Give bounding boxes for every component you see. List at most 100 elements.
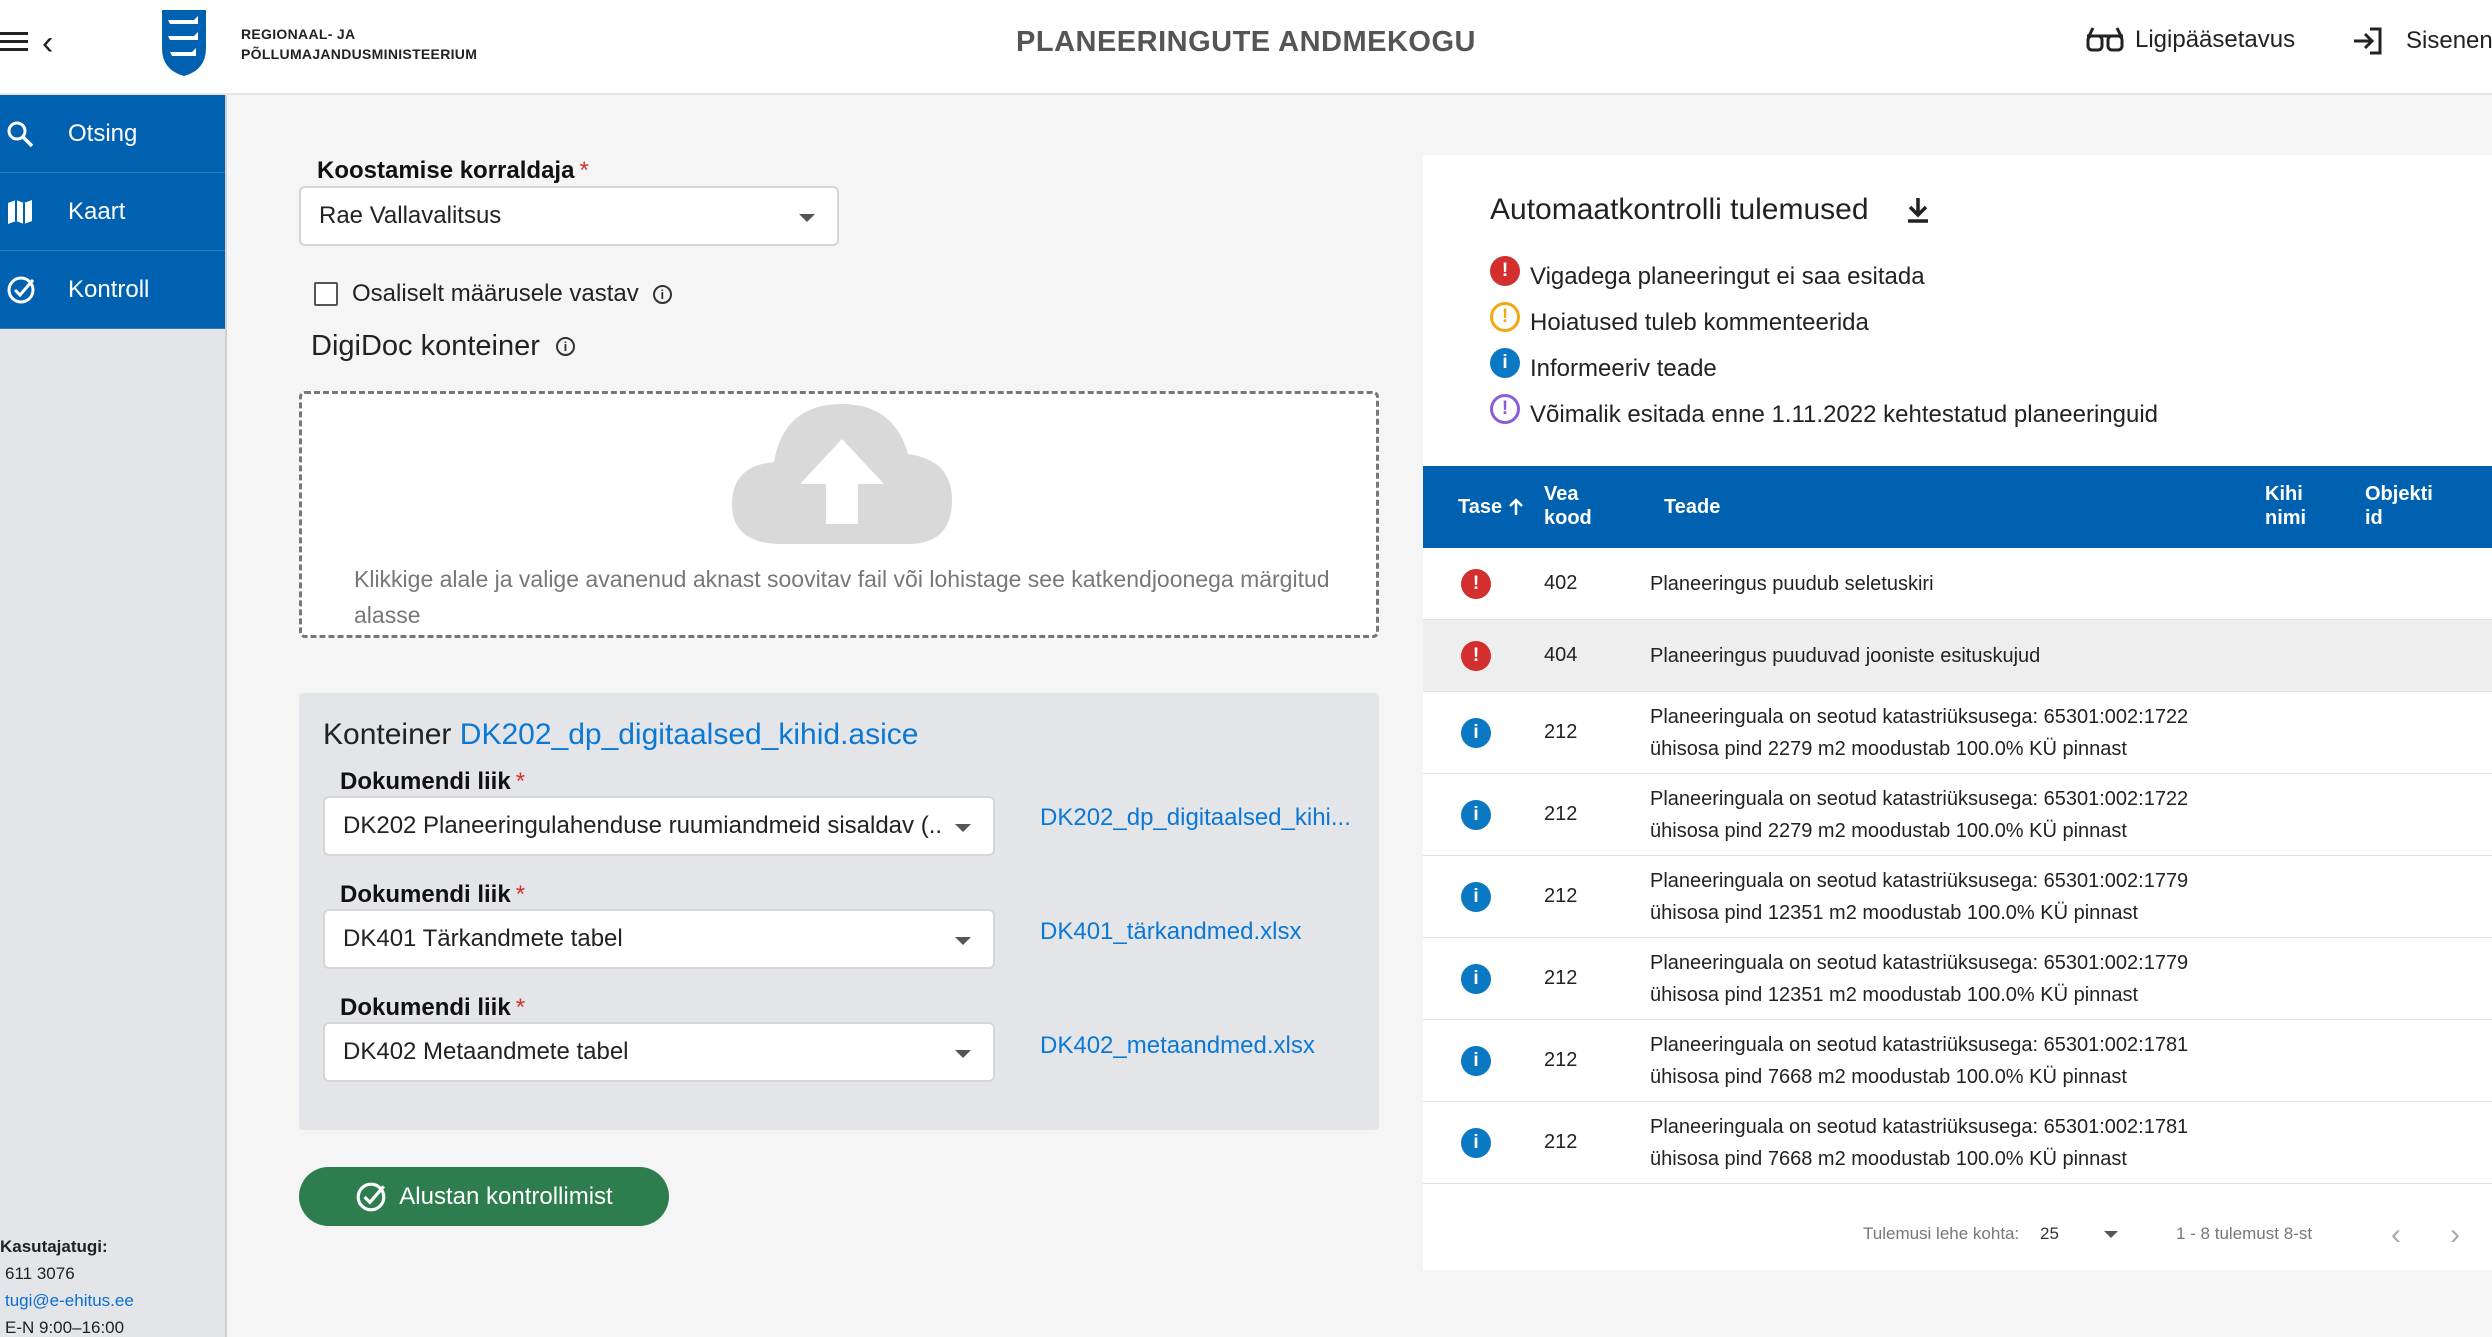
results-panel: Automaatkontrolli tulemused ! Vigadega p… — [1423, 155, 2492, 1270]
column-message[interactable]: Teade — [1664, 495, 1720, 519]
info-icon: i — [1461, 1128, 1491, 1158]
row-message-line: Planeeringuala on seotud katastriüksuseg… — [1650, 788, 2189, 810]
partial-compliance-checkbox[interactable] — [314, 282, 338, 306]
legend-item-warning: ! Hoiatused tuleb kommenteerida — [1490, 300, 2158, 346]
row-level: i — [1461, 1128, 1491, 1158]
doc-type-value: DK401 Tärkandmete tabel — [343, 925, 623, 952]
legend-text: Võimalik esitada enne 1.11.2022 kehtesta… — [1530, 401, 2159, 428]
info-icon: i — [1461, 964, 1491, 994]
doc-type-select-1[interactable]: DK202 Planeeringulahenduse ruumiandmeid … — [323, 796, 995, 856]
table-row[interactable]: i 212 Planeeringuala on seotud katastriüks… — [1423, 774, 2492, 856]
support-phone: 611 3076 — [5, 1264, 75, 1283]
row-message: Planeeringus puuduvad jooniste esituskuj… — [1650, 640, 2040, 672]
row-level: i — [1461, 1046, 1491, 1076]
file-dropzone[interactable]: Klikkige alale ja valige avanenud aknast… — [299, 391, 1379, 638]
per-page-select[interactable]: 25 — [2040, 1224, 2059, 1244]
prev-page-icon[interactable]: ‹ — [2391, 1218, 2401, 1252]
row-code: 212 — [1544, 803, 1578, 825]
container-title: Konteiner DK202_dp_digitaalsed_kihid.asi… — [323, 718, 919, 751]
row-message: Planeeringuala on seotud katastriüksuseg… — [1650, 783, 2188, 847]
partial-compliance-label: Osaliselt määrusele vastav — [352, 280, 639, 307]
results-table-header: Tase Vea kood Teade Kihi nimi Objekti id — [1423, 466, 2492, 548]
row-code: 212 — [1544, 885, 1578, 907]
info-icon: i — [1461, 718, 1491, 748]
support-hours: E-N 9:00–16:00 — [5, 1318, 125, 1337]
results-legend: ! Vigadega planeeringut ei saa esitada !… — [1490, 254, 2158, 438]
row-code: 212 — [1544, 1131, 1578, 1153]
legend-text: Hoiatused tuleb kommenteerida — [1530, 309, 1869, 336]
chevron-down-icon[interactable] — [2104, 1231, 2118, 1238]
start-check-label: Alustan kontrollimist — [399, 1182, 613, 1210]
sidebar-item-kaart[interactable]: Kaart — [0, 173, 225, 251]
sidebar-item-label: Otsing — [68, 119, 138, 147]
accessibility-button[interactable]: Ligipääsetavus — [2085, 26, 2295, 54]
doc-type-label: Dokumendi liik * — [340, 768, 526, 795]
table-row[interactable]: i 212 Planeeringuala on seotud katastriüks… — [1423, 856, 2492, 938]
support-email-link[interactable]: tugi@e-ehitus.ee — [0, 1287, 134, 1314]
doc-type-value: DK202 Planeeringulahenduse ruumiandmeid … — [343, 812, 943, 839]
row-message-line: Planeeringuala on seotud katastriüksuseg… — [1650, 870, 2189, 892]
info-icon[interactable]: i — [555, 337, 575, 356]
organizer-select[interactable]: Rae Vallavalitsus — [299, 186, 839, 246]
container-file-link[interactable]: DK202_dp_digitaalsed_kihid.asice — [460, 718, 919, 751]
warning-icon: ! — [1490, 302, 1520, 332]
info-icon: i — [1490, 348, 1520, 378]
error-icon: ! — [1461, 641, 1491, 671]
doc-type-label: Dokumendi liik * — [340, 881, 526, 908]
table-row[interactable]: i 212 Planeeringuala on seotud katastriüks… — [1423, 938, 2492, 1020]
legend-text: Informeeriv teade — [1530, 355, 1717, 382]
row-message-line: ühisosa pind 7668 m2 moodustab 100.0% KÜ… — [1650, 1148, 2127, 1170]
table-row[interactable]: ! 402 Planeeringus puudub seletuskiri — [1423, 548, 2492, 620]
row-message: Planeeringuala on seotud katastriüksuseg… — [1650, 865, 2188, 929]
table-row[interactable]: i 212 Planeeringuala on seotud katastriüks… — [1423, 692, 2492, 774]
signin-label: Sisenen — [2406, 27, 2492, 54]
doc-file-link-1[interactable]: DK202_dp_digitaalsed_kihi... — [1040, 804, 1351, 832]
doc-type-label: Dokumendi liik * — [340, 994, 526, 1021]
row-message: Planeeringuala on seotud katastriüksuseg… — [1650, 701, 2188, 765]
sidebar-item-otsing[interactable]: Otsing — [0, 95, 225, 173]
info-icon: i — [1461, 800, 1491, 830]
signin-button[interactable]: Sisenen — [2352, 26, 2492, 56]
check-circle-icon — [7, 276, 35, 303]
table-row[interactable]: i 212 Planeeringuala on seotud katastriüks… — [1423, 1020, 2492, 1102]
column-level[interactable]: Tase — [1458, 495, 1524, 519]
check-circle-icon — [356, 1182, 386, 1211]
sidebar-item-label: Kontroll — [68, 275, 150, 303]
support-title: Kasutajatugi: — [0, 1237, 108, 1256]
column-layer[interactable]: Kihi nimi — [2265, 482, 2306, 530]
column-code[interactable]: Vea kood — [1544, 482, 1592, 530]
per-page-label: Tulemusi lehe kohta: — [1863, 1224, 2020, 1243]
row-level: i — [1461, 718, 1491, 748]
row-level: i — [1461, 964, 1491, 994]
row-message-line: Planeeringuala on seotud katastriüksuseg… — [1650, 706, 2189, 728]
results-title-text: Automaatkontrolli tulemused — [1490, 193, 1869, 226]
next-page-icon[interactable]: › — [2450, 1218, 2460, 1252]
row-code: 212 — [1544, 967, 1578, 989]
doc-file-link-3[interactable]: DK402_metaandmed.xlsx — [1040, 1032, 1315, 1060]
sidebar-item-kontroll[interactable]: Kontroll — [0, 251, 225, 329]
doc-file-link-2[interactable]: DK401_tärkandmed.xlsx — [1040, 918, 1301, 946]
cloud-upload-icon — [732, 404, 952, 544]
download-icon[interactable] — [1905, 196, 1931, 224]
organizer-value: Rae Vallavalitsus — [319, 202, 502, 229]
row-code: 212 — [1544, 721, 1578, 743]
glasses-icon — [2086, 27, 2124, 52]
digidoc-title-text: DigiDoc konteiner — [311, 330, 540, 362]
legend-text: Vigadega planeeringut ei saa esitada — [1530, 263, 1925, 290]
table-row[interactable]: ! 404 Planeeringus puuduvad jooniste esitu… — [1423, 620, 2492, 692]
chevron-down-icon — [955, 937, 971, 945]
page-range: 1 - 8 tulemust 8-st — [2176, 1224, 2313, 1243]
info-icon[interactable]: i — [652, 284, 672, 304]
doc-type-select-3[interactable]: DK402 Metaandmete tabel — [323, 1022, 995, 1082]
row-message: Planeeringuala on seotud katastriüksuseg… — [1650, 947, 2188, 1011]
row-message: Planeeringuala on seotud katastriüksuseg… — [1650, 1029, 2188, 1093]
doc-type-select-2[interactable]: DK401 Tärkandmete tabel — [323, 909, 995, 969]
row-code: 212 — [1544, 1049, 1578, 1071]
start-check-button[interactable]: Alustan kontrollimist — [299, 1167, 669, 1226]
organizer-label: Koostamise korraldaja * — [317, 157, 589, 184]
doc-type-value: DK402 Metaandmete tabel — [343, 1038, 629, 1065]
table-row[interactable]: i 212 Planeeringuala on seotud katastriüks… — [1423, 1102, 2492, 1184]
column-object-id[interactable]: Objekti id — [2365, 482, 2433, 530]
legend-item-info: i Informeeriv teade — [1490, 346, 2158, 392]
chevron-down-icon — [799, 214, 815, 222]
